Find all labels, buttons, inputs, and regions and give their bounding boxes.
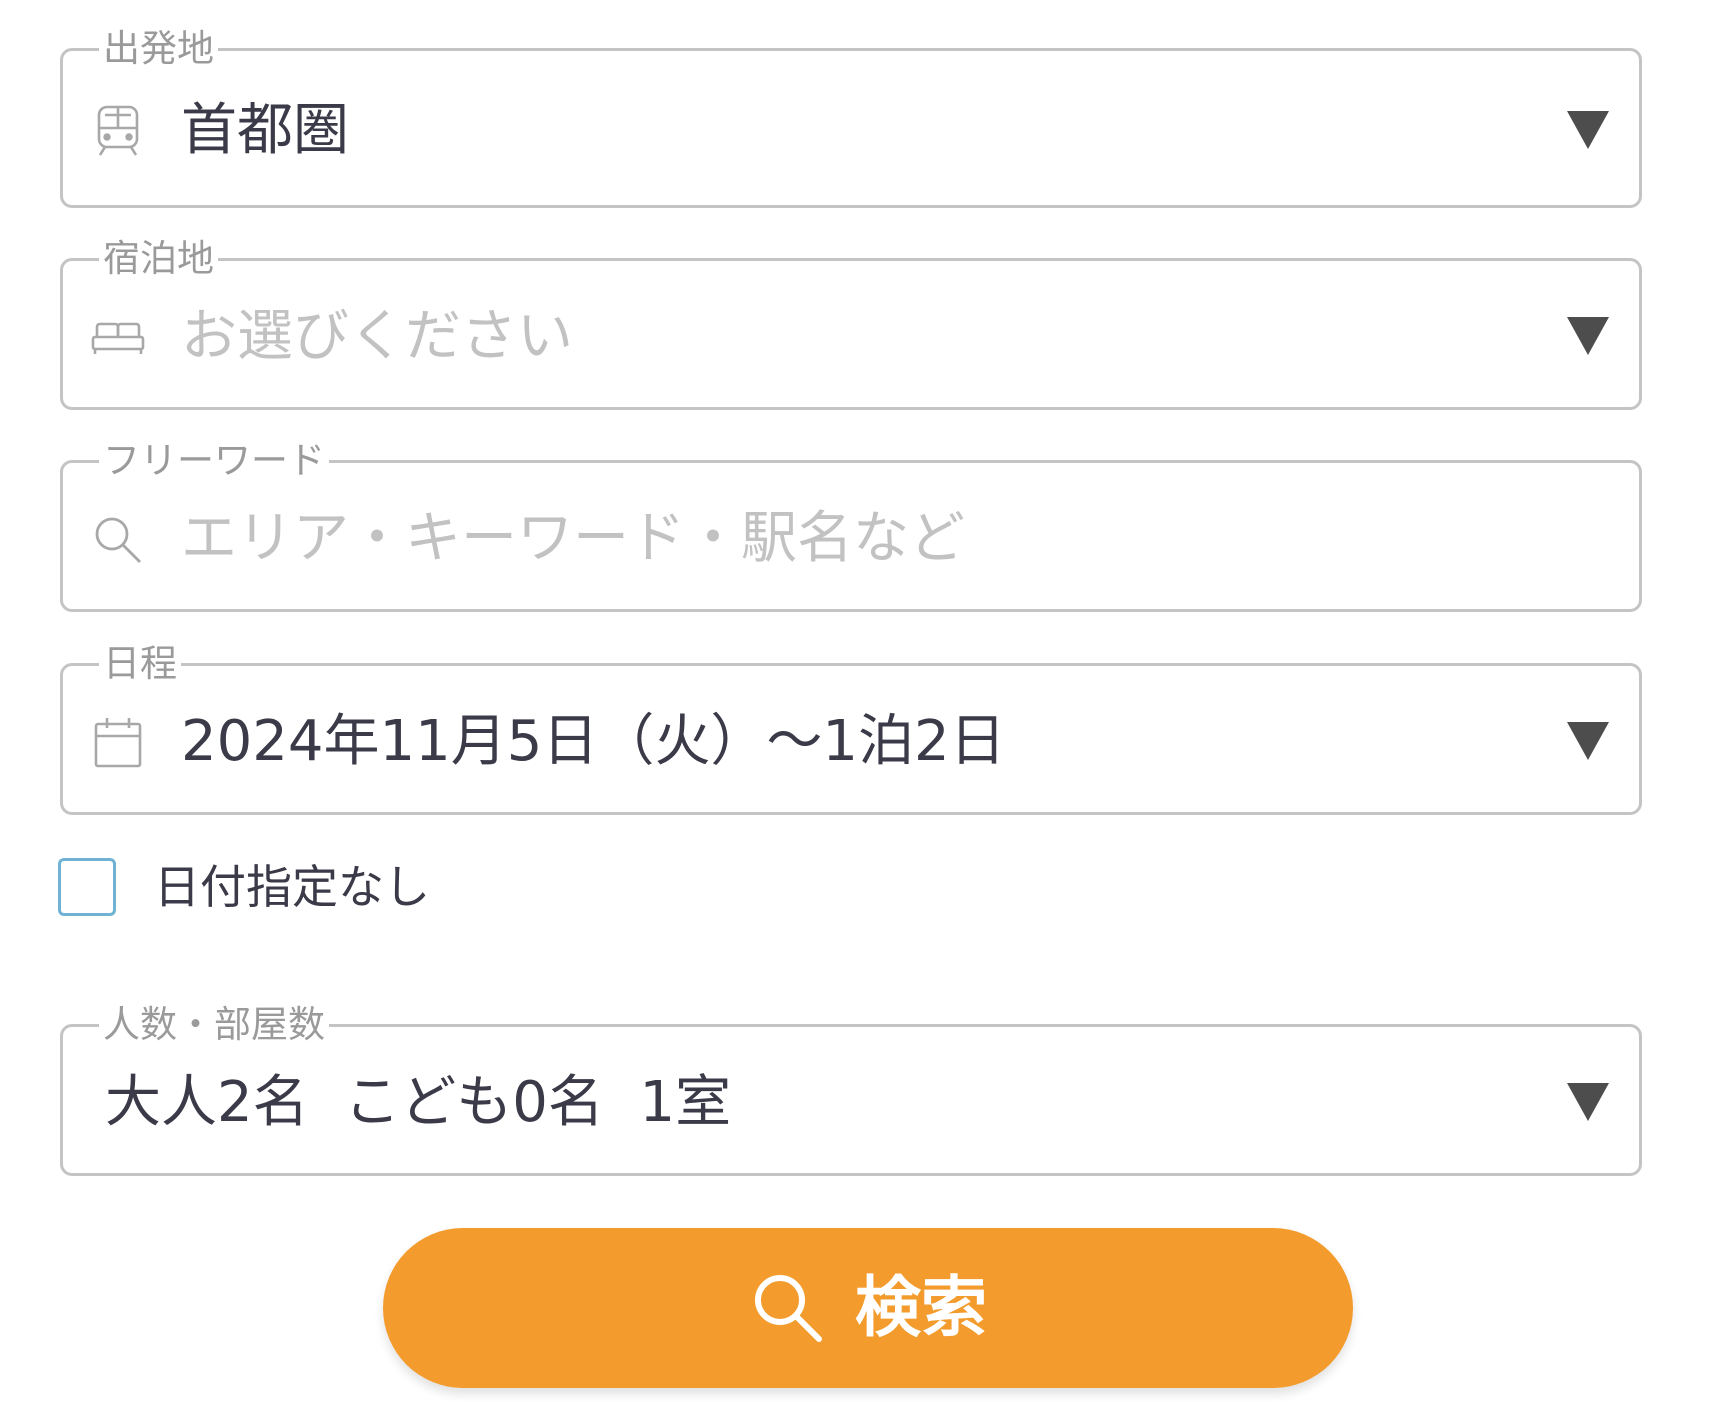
chevron-down-icon bbox=[1567, 722, 1609, 760]
lodging-select[interactable]: 宿泊地 お選びください bbox=[60, 237, 1642, 410]
lodging-placeholder: お選びください bbox=[181, 304, 573, 369]
calendar-icon bbox=[91, 716, 145, 770]
chevron-down-icon bbox=[1567, 111, 1609, 149]
guests-label: 人数・部屋数 bbox=[99, 1003, 329, 1047]
guests-value: 大人2名 こども0名 1室 bbox=[105, 1070, 732, 1135]
search-icon bbox=[91, 513, 145, 567]
search-button-label: 検索 bbox=[855, 1269, 987, 1346]
no-date-label: 日付指定なし bbox=[154, 860, 430, 914]
departure-label: 出発地 bbox=[99, 27, 218, 71]
departure-select[interactable]: 出発地 首都圏 bbox=[60, 27, 1642, 208]
no-date-option[interactable]: 日付指定なし bbox=[58, 858, 430, 916]
guests-select[interactable]: 人数・部屋数 大人2名 こども0名 1室 bbox=[60, 1003, 1642, 1176]
schedule-value: 2024年11月5日（火）〜1泊2日 bbox=[181, 709, 1006, 774]
search-icon bbox=[749, 1269, 827, 1347]
freeword-input[interactable]: フリーワード エリア・キーワード・駅名など bbox=[60, 439, 1642, 612]
chevron-down-icon bbox=[1567, 317, 1609, 355]
schedule-label: 日程 bbox=[99, 642, 181, 686]
lodging-label: 宿泊地 bbox=[99, 237, 218, 281]
chevron-down-icon bbox=[1567, 1083, 1609, 1121]
train-icon bbox=[91, 104, 145, 158]
freeword-placeholder: エリア・キーワード・駅名など bbox=[181, 506, 965, 571]
freeword-label: フリーワード bbox=[99, 439, 329, 483]
no-date-checkbox[interactable] bbox=[58, 858, 116, 916]
bed-icon bbox=[91, 311, 145, 365]
search-button[interactable]: 検索 bbox=[383, 1228, 1353, 1388]
departure-value: 首都圏 bbox=[181, 98, 349, 163]
schedule-select[interactable]: 日程 2024年11月5日（火）〜1泊2日 bbox=[60, 642, 1642, 815]
